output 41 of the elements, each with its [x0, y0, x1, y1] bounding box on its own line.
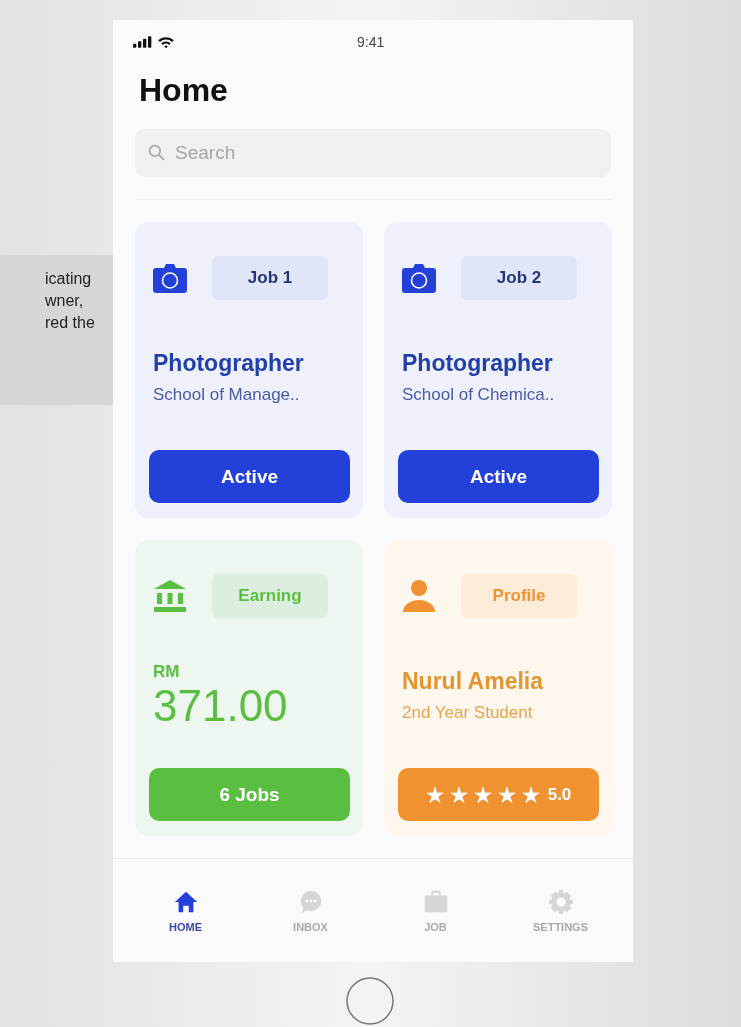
card-subtitle: School of Manage..: [153, 385, 301, 405]
card-title: Photographer: [402, 350, 554, 377]
callout-text: wner,: [45, 291, 85, 311]
currency-label: RM: [153, 662, 181, 682]
person-icon: [402, 579, 436, 613]
briefcase-icon: [422, 888, 449, 915]
card-subtitle: School of Chemica..: [402, 385, 556, 405]
camera-icon: [402, 263, 436, 293]
search-icon: [148, 144, 165, 161]
search-field[interactable]: Search: [135, 129, 611, 177]
rating-value: 5.0: [547, 784, 572, 805]
card-tag: Job 2: [461, 256, 577, 300]
jobs-button[interactable]: 6 Jobs: [149, 768, 350, 821]
star-icon: ★: [425, 782, 444, 807]
camera-icon: [153, 263, 187, 293]
star-icon: ★: [497, 782, 516, 807]
star-icon: ★: [521, 782, 540, 807]
home-button-icon: [345, 976, 395, 1026]
star-icon: ★: [473, 782, 492, 807]
nav-tab[interactable]: JOB: [395, 888, 476, 933]
status-button[interactable]: Active: [398, 450, 599, 503]
callout-text: icating: [45, 269, 93, 289]
earning-amount: 371.00: [153, 682, 289, 730]
status-button[interactable]: Active: [149, 450, 350, 503]
card-tag: Profile: [461, 574, 577, 618]
nav-tab[interactable]: SETTINGS: [520, 888, 601, 933]
wifi-icon: [157, 35, 175, 49]
card-title: Nurul Amelia: [402, 668, 545, 695]
page-title: Home: [139, 72, 229, 109]
card-tag: Job 1: [212, 256, 328, 300]
card-tag: Earning: [212, 574, 328, 618]
signal-icon: [133, 36, 153, 48]
card-subtitle: 2nd Year Student: [402, 703, 534, 723]
clock-time: 9:41: [357, 34, 385, 50]
card-title: Photographer: [153, 350, 305, 377]
nav-tab[interactable]: HOME: [145, 888, 226, 933]
gear-icon: [547, 888, 574, 915]
bank-icon: [153, 579, 187, 613]
callout-text: red the: [45, 313, 96, 333]
star-icon: ★: [449, 782, 468, 807]
nav-tab[interactable]: INBOX: [270, 888, 351, 933]
